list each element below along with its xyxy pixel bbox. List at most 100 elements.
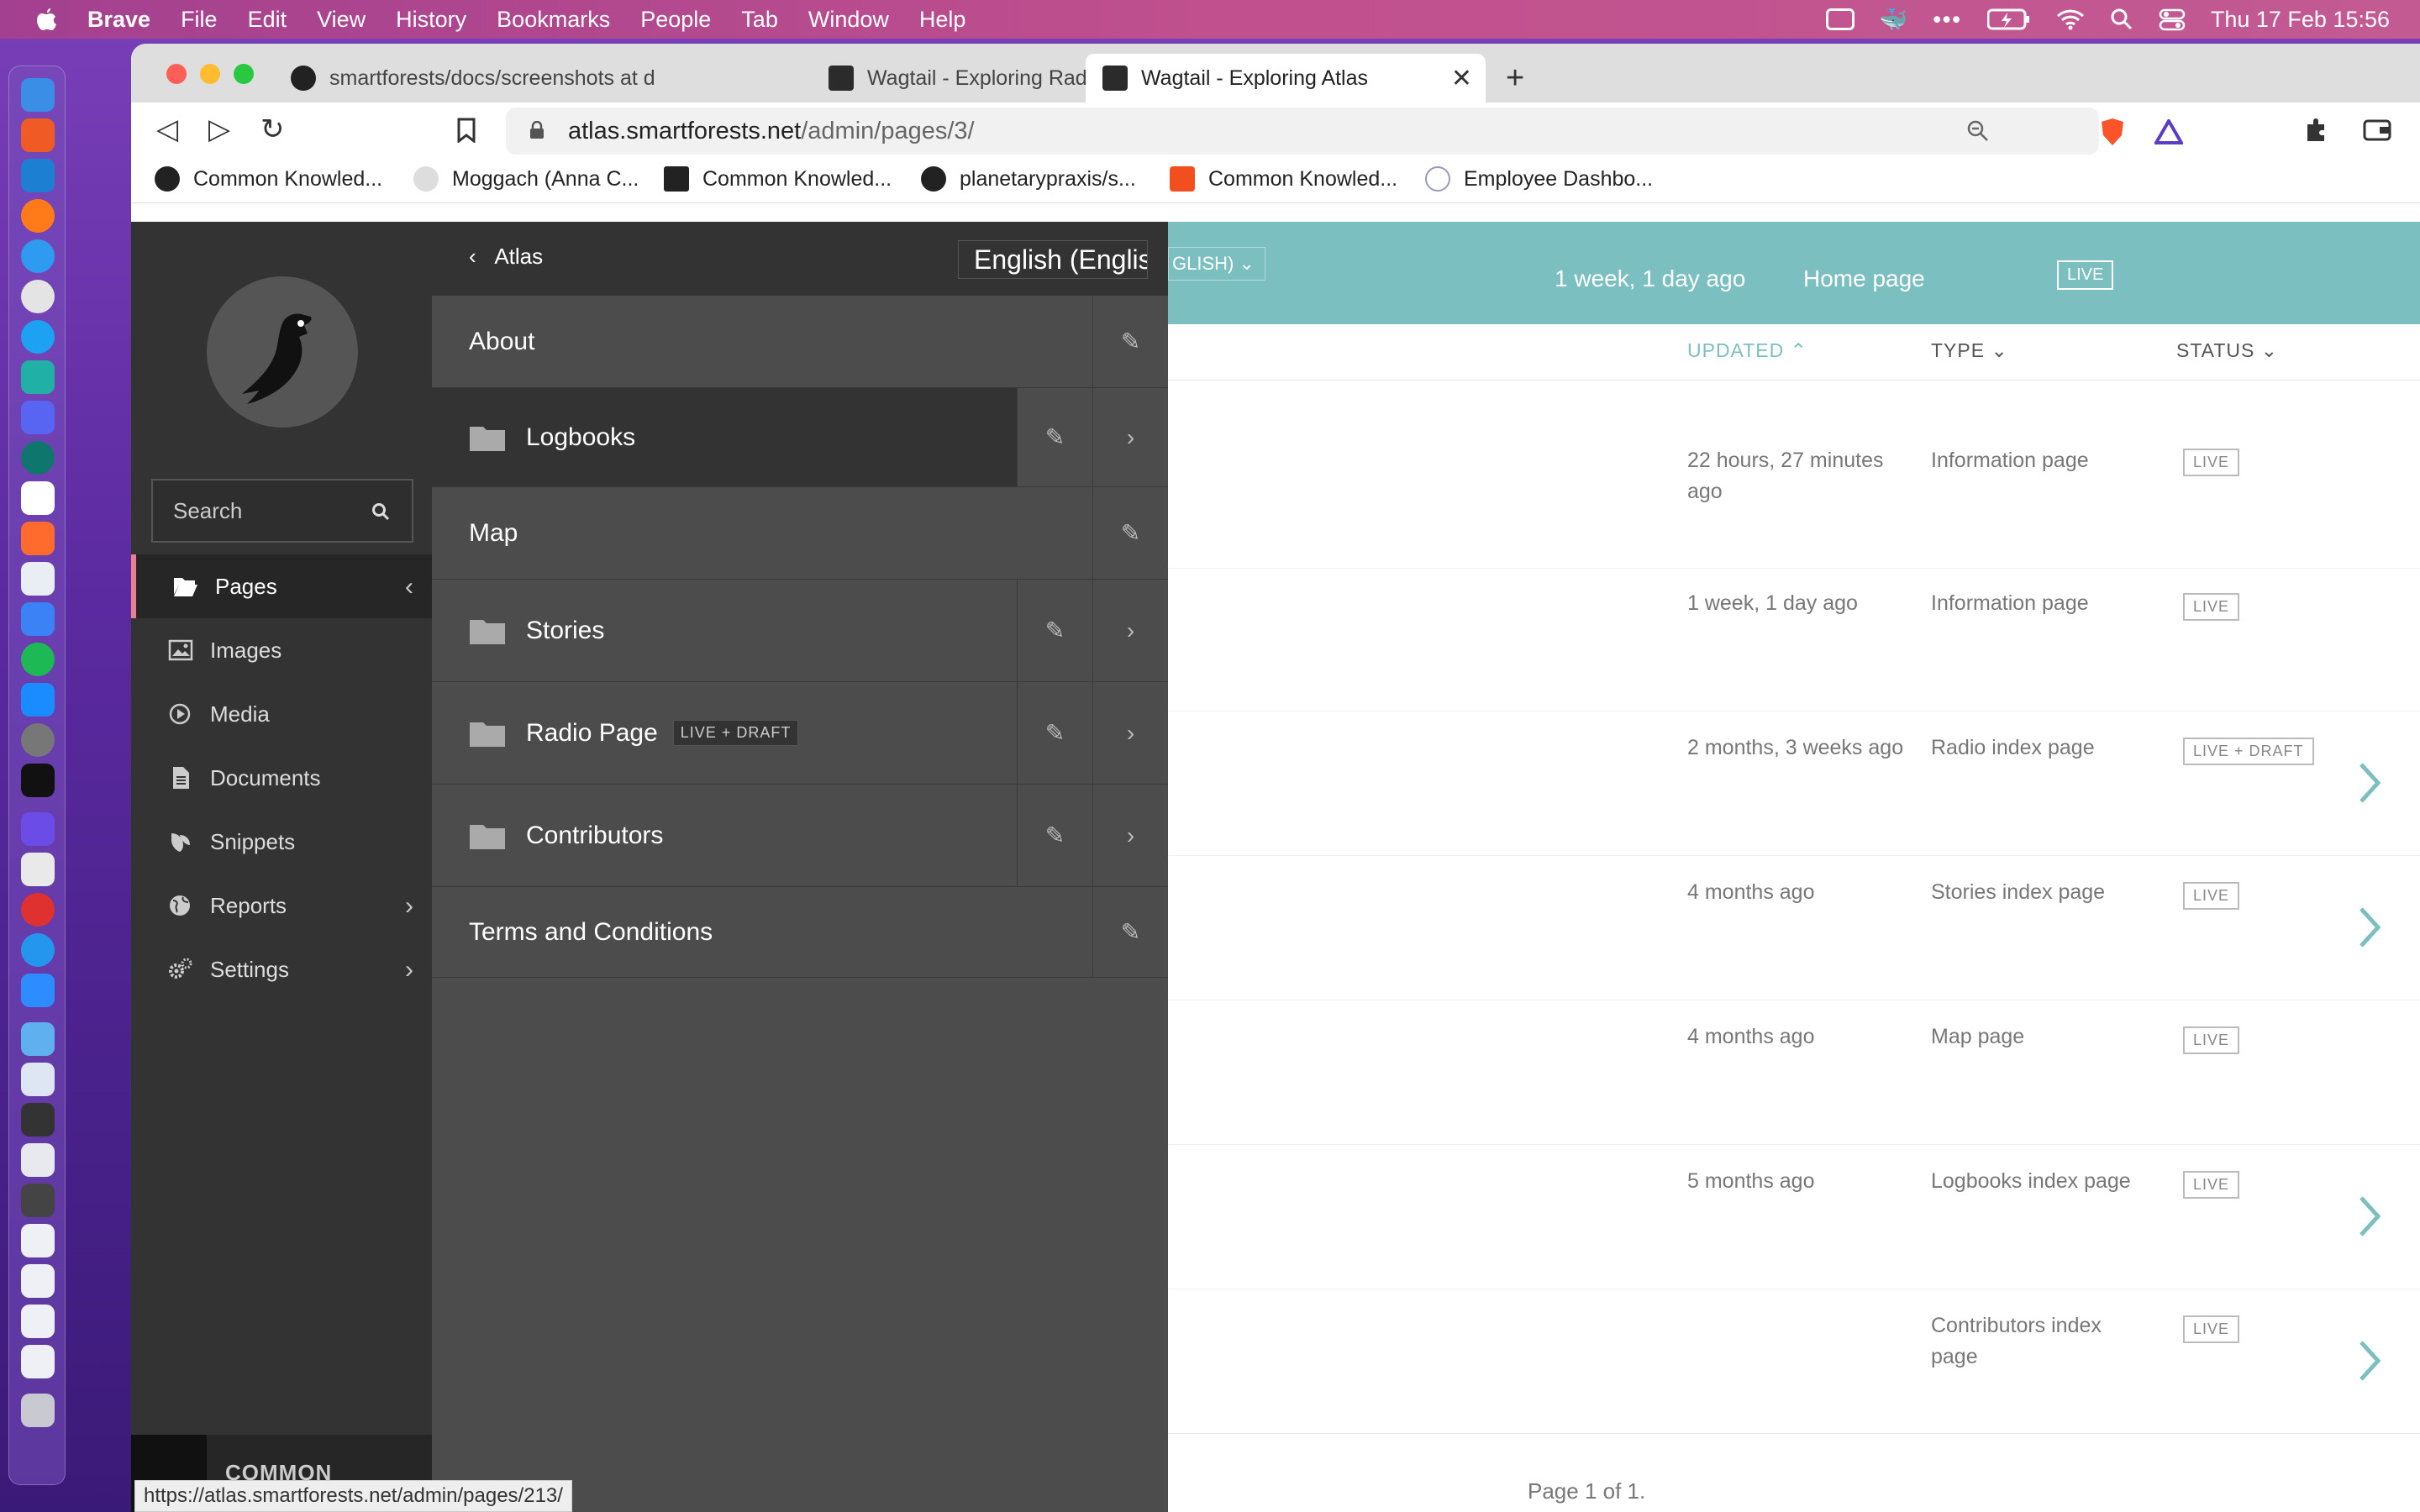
- app-red-icon[interactable]: [21, 893, 55, 927]
- edit-icon[interactable]: ✎: [1092, 887, 1168, 977]
- discord-icon[interactable]: [21, 401, 55, 434]
- menu-bookmarks[interactable]: Bookmarks: [497, 7, 610, 33]
- brave-shield-icon[interactable]: [2099, 118, 2126, 146]
- explorer-item-title[interactable]: Contributors: [432, 785, 1017, 886]
- window-thumb-icon[interactable]: [21, 1103, 55, 1137]
- close-window-button[interactable]: [166, 64, 187, 84]
- slack-icon[interactable]: [21, 853, 55, 886]
- chevron-right-icon[interactable]: ›: [1092, 785, 1168, 886]
- bookmark-item[interactable]: Employee Dashbo...: [1425, 166, 1653, 192]
- postman-icon[interactable]: [21, 522, 55, 555]
- explorer-back-link[interactable]: ‹ Atlas: [469, 244, 543, 270]
- explorer-item-title[interactable]: Map: [432, 487, 1092, 579]
- explorer-item-contributors[interactable]: Contributors ✎ ›: [432, 785, 1168, 887]
- trash-icon[interactable]: [21, 1394, 55, 1427]
- spotlight-icon[interactable]: [2110, 8, 2133, 31]
- back-button[interactable]: ◁: [156, 113, 178, 146]
- vscode-icon[interactable]: [21, 159, 55, 192]
- zoom-out-icon[interactable]: [1966, 119, 1990, 143]
- address-bar[interactable]: atlas.smartforests.net/admin/pages/3/: [506, 108, 2183, 155]
- terminal-icon[interactable]: [21, 764, 55, 797]
- explorer-item-stories[interactable]: Stories ✎ ›: [432, 580, 1168, 682]
- edit-icon[interactable]: ✎: [1017, 682, 1092, 784]
- locale-dropdown[interactable]: GLISH) ⌄: [1168, 247, 1265, 281]
- bookmark-item[interactable]: Common Knowled...: [664, 166, 892, 192]
- window-thumb-icon[interactable]: [21, 1063, 55, 1096]
- chevron-right-icon[interactable]: ›: [1092, 580, 1168, 681]
- docker-dock-icon[interactable]: [21, 933, 55, 967]
- edit-icon[interactable]: ✎: [1017, 580, 1092, 681]
- chevron-right-icon[interactable]: ›: [405, 892, 413, 921]
- edit-icon[interactable]: ✎: [1092, 296, 1168, 387]
- spotify-icon[interactable]: [21, 643, 55, 676]
- menubar-clock[interactable]: Thu 17 Feb 15:56: [2211, 7, 2390, 33]
- mail-icon[interactable]: [21, 562, 55, 596]
- apple-icon[interactable]: [35, 7, 57, 32]
- edit-icon[interactable]: ✎: [1017, 785, 1092, 886]
- brave-rewards-icon[interactable]: [2154, 119, 2183, 144]
- edit-icon[interactable]: ✎: [1017, 388, 1092, 486]
- chevron-right-icon[interactable]: [2356, 1337, 2383, 1384]
- chevron-right-icon[interactable]: [2356, 759, 2383, 806]
- firefox-icon[interactable]: [21, 199, 55, 233]
- menu-tab[interactable]: Tab: [741, 7, 778, 33]
- explorer-item-logbooks[interactable]: Logbooks ✎ ›: [432, 388, 1168, 487]
- column-updated[interactable]: UPDATED ⌃: [1687, 339, 1807, 362]
- sidebar-search-input[interactable]: Search: [151, 479, 413, 543]
- bookmark-item[interactable]: Common Knowled...: [1170, 166, 1397, 192]
- forward-button[interactable]: ▷: [208, 113, 230, 146]
- menu-help[interactable]: Help: [919, 7, 966, 33]
- edit-icon[interactable]: ✎: [1092, 487, 1168, 579]
- explorer-item-title[interactable]: Terms and Conditions: [432, 887, 1092, 977]
- finder-icon[interactable]: [21, 78, 55, 112]
- window-thumb-icon[interactable]: [21, 1264, 55, 1298]
- signal-icon[interactable]: [21, 320, 55, 354]
- docker-icon[interactable]: 🐳: [1880, 6, 1908, 33]
- notion-icon[interactable]: [21, 481, 55, 515]
- explorer-item-about[interactable]: About ✎: [432, 296, 1168, 388]
- app-icon[interactable]: [21, 441, 55, 475]
- chevron-right-icon[interactable]: ›: [1092, 682, 1168, 784]
- more-icon[interactable]: •••: [1933, 7, 1961, 33]
- explorer-item-title[interactable]: Logbooks: [432, 388, 1017, 486]
- column-type[interactable]: TYPE ⌄: [1931, 339, 2008, 362]
- app-store-icon[interactable]: [21, 683, 55, 717]
- brave-icon[interactable]: [21, 118, 55, 152]
- bookmark-icon[interactable]: [457, 118, 476, 143]
- menu-file[interactable]: File: [181, 7, 218, 33]
- sidebar-item-documents[interactable]: Documents: [131, 746, 432, 810]
- explorer-item-title[interactable]: Stories: [432, 580, 1017, 681]
- window-thumb-icon[interactable]: [21, 1345, 55, 1378]
- chevron-right-icon[interactable]: ›: [1092, 388, 1168, 486]
- zoom-icon[interactable]: [21, 974, 55, 1007]
- chevron-right-icon[interactable]: [2356, 1193, 2383, 1240]
- extensions-icon[interactable]: [2304, 116, 2331, 143]
- tab-github-docs[interactable]: smartforests/docs/screenshots at d: [274, 54, 812, 102]
- bookmark-item[interactable]: Moggach (Anna C...: [413, 166, 639, 192]
- tasks-icon[interactable]: [21, 812, 55, 846]
- battery-icon[interactable]: [1986, 8, 2031, 30]
- menu-history[interactable]: History: [396, 7, 466, 33]
- sidebar-item-reports[interactable]: Reports ›: [131, 874, 432, 937]
- chevron-right-icon[interactable]: [2356, 904, 2383, 951]
- screen-record-icon[interactable]: [1825, 8, 1854, 30]
- sidebar-item-media[interactable]: Media: [131, 682, 432, 746]
- wifi-icon[interactable]: [2056, 8, 2085, 30]
- search-icon[interactable]: [371, 502, 390, 521]
- sidebar-item-settings[interactable]: Settings ›: [131, 937, 432, 1001]
- explorer-item-terms[interactable]: Terms and Conditions ✎: [432, 887, 1168, 978]
- sidebar-item-images[interactable]: Images: [131, 618, 432, 682]
- menu-view[interactable]: View: [317, 7, 366, 33]
- window-thumb-icon[interactable]: [21, 1224, 55, 1257]
- menu-app-name[interactable]: Brave: [87, 7, 150, 33]
- bookmark-item[interactable]: planetarypraxis/s...: [921, 166, 1136, 192]
- explorer-item-radio-page[interactable]: Radio Page LIVE + DRAFT ✎ ›: [432, 682, 1168, 785]
- chevron-right-icon[interactable]: ›: [405, 956, 413, 984]
- close-tab-icon[interactable]: ✕: [1451, 64, 1472, 93]
- tab-exploring-atlas[interactable]: Wagtail - Exploring Atlas ✕: [1086, 54, 1486, 102]
- bookmark-item[interactable]: Common Knowled...: [155, 166, 382, 192]
- chevron-left-icon[interactable]: ‹: [405, 573, 413, 601]
- column-status[interactable]: STATUS ⌄: [2176, 339, 2278, 362]
- control-center-icon[interactable]: [2159, 8, 2186, 31]
- reload-button[interactable]: ↻: [260, 113, 285, 146]
